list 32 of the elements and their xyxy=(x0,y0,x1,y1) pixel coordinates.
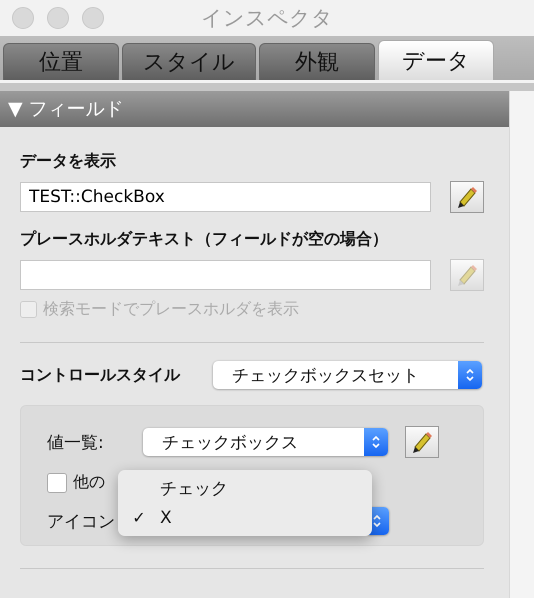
stepper-icon xyxy=(371,434,381,450)
tab[interactable]: 外観 xyxy=(259,43,375,80)
window-control-icon[interactable] xyxy=(82,7,104,29)
pencil-icon xyxy=(455,263,479,287)
pencil-icon xyxy=(410,430,434,454)
pencil-icon xyxy=(455,185,479,209)
checkbox-label: 検索モードでプレースホルダを表示 xyxy=(43,299,299,320)
check-mark: ✓ xyxy=(131,508,147,527)
stepper-icon xyxy=(372,513,382,529)
stepper-icon xyxy=(465,367,475,383)
edit-button[interactable] xyxy=(450,181,484,213)
field-label: 値一覧: xyxy=(47,432,105,454)
checkbox[interactable] xyxy=(47,472,67,492)
tab[interactable]: 位置 xyxy=(3,43,119,80)
input-field[interactable] xyxy=(20,260,431,290)
menu-item[interactable]: X xyxy=(160,508,172,528)
input-field[interactable]: TEST::CheckBox xyxy=(20,182,431,212)
section-header[interactable]: ▼ フィールド xyxy=(0,91,510,127)
window-title: インスペクタ xyxy=(200,5,334,32)
field-label: プレースホルダテキスト（フィールドが空の場合） xyxy=(20,229,389,250)
checkbox-label: 他の xyxy=(73,472,105,493)
field-label: データを表示 xyxy=(20,151,117,172)
field-label: アイコン xyxy=(47,510,116,532)
tab[interactable]: データ xyxy=(378,40,494,80)
field-label: コントロールスタイル xyxy=(20,364,182,386)
window-control-icon[interactable] xyxy=(12,7,34,29)
menu-item[interactable]: チェック xyxy=(160,477,228,500)
edit-button[interactable] xyxy=(405,426,439,458)
tab[interactable]: スタイル xyxy=(122,43,256,80)
window-control-icon[interactable] xyxy=(47,7,69,29)
popup-button[interactable]: チェックボックス xyxy=(143,428,388,456)
popup-button[interactable]: チェックボックスセット xyxy=(213,361,482,389)
